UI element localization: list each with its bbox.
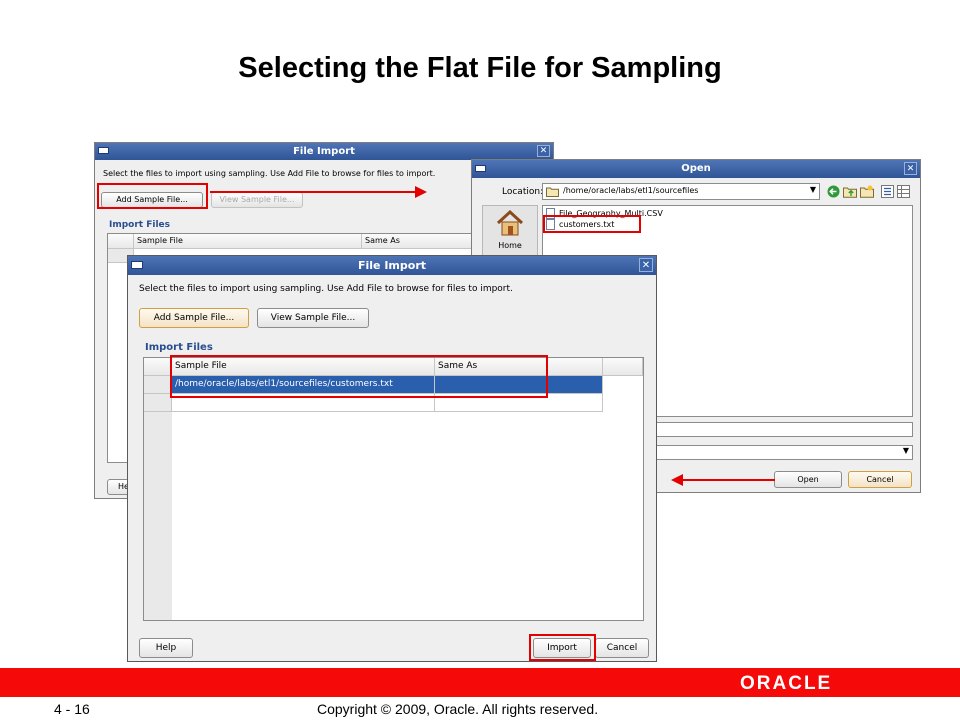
arrow-from-open-button xyxy=(680,479,775,481)
back-import-titlebar: File Import ✕ xyxy=(95,143,553,160)
copyright-notice: Copyright © 2009, Oracle. All rights res… xyxy=(317,701,599,717)
view-sample-file-button[interactable]: View Sample File... xyxy=(257,308,369,328)
back-col-sample-file[interactable]: Sample File xyxy=(134,234,362,249)
chevron-down-icon[interactable]: ▼ xyxy=(903,446,909,455)
window-menu-icon[interactable] xyxy=(131,261,143,269)
file-name-field[interactable] xyxy=(656,422,913,437)
back-import-title: File Import xyxy=(293,146,355,157)
table-row-header xyxy=(144,376,172,394)
location-value: /home/oracle/labs/etl1/sourcefiles xyxy=(563,186,699,195)
oracle-logo: ORACLE xyxy=(740,673,833,694)
window-menu-icon[interactable] xyxy=(98,147,109,154)
row-header-corner xyxy=(144,358,172,376)
page-number: 4 - 16 xyxy=(54,701,90,717)
back-arrow-icon[interactable] xyxy=(827,185,840,198)
slide-title: Selecting the Flat File for Sampling xyxy=(238,52,722,84)
row-header-corner xyxy=(108,234,134,249)
back-view-sample-file-button[interactable]: View Sample File... xyxy=(211,192,303,208)
cancel-button[interactable]: Cancel xyxy=(595,638,649,658)
open-cancel-button[interactable]: Cancel xyxy=(848,471,912,488)
close-icon[interactable]: ✕ xyxy=(904,162,917,175)
back-col-same-as[interactable]: Same As xyxy=(362,234,476,249)
new-folder-icon[interactable] xyxy=(860,185,874,198)
front-import-title: File Import xyxy=(357,259,426,272)
home-icon xyxy=(496,210,524,236)
footer-bar: ORACLE xyxy=(0,668,960,697)
highlight-back-add-sample-file xyxy=(97,183,208,209)
open-titlebar: Open ✕ xyxy=(472,160,920,178)
close-icon[interactable]: ✕ xyxy=(537,145,550,157)
places-home-label: Home xyxy=(498,241,522,250)
arrow-to-open-dialog xyxy=(210,191,418,193)
list-view-icon[interactable] xyxy=(881,185,894,198)
help-button[interactable]: Help xyxy=(139,638,193,658)
up-folder-icon[interactable] xyxy=(843,185,857,198)
col-filler xyxy=(603,358,643,376)
arrow-head-left-icon xyxy=(671,474,683,486)
back-import-instruction: Select the files to import using samplin… xyxy=(103,169,436,178)
front-import-titlebar: File Import ✕ xyxy=(128,256,656,275)
file-type-combo[interactable]: ▼ xyxy=(656,445,913,460)
add-sample-file-button[interactable]: Add Sample File... xyxy=(139,308,249,328)
back-import-files-label: Import Files xyxy=(109,220,171,230)
folder-icon xyxy=(546,187,559,197)
highlight-imported-file-row xyxy=(170,355,548,398)
open-button[interactable]: Open xyxy=(774,471,842,488)
location-label: Location: xyxy=(502,187,544,197)
highlight-customers-file xyxy=(543,215,641,233)
arrow-head-right-icon xyxy=(415,186,427,198)
close-icon[interactable]: ✕ xyxy=(639,258,653,272)
location-combo[interactable]: /home/oracle/labs/etl1/sourcefiles ▼ xyxy=(542,183,820,200)
import-files-label: Import Files xyxy=(145,342,213,353)
open-title: Open xyxy=(681,163,711,174)
details-view-icon[interactable] xyxy=(897,185,910,198)
highlight-import-button xyxy=(529,634,596,661)
table-row-header xyxy=(144,394,172,412)
chevron-down-icon[interactable]: ▼ xyxy=(810,185,816,194)
front-file-import-dialog: File Import ✕ Select the files to import… xyxy=(127,255,657,662)
front-import-instruction: Select the files to import using samplin… xyxy=(139,284,513,294)
window-menu-icon[interactable] xyxy=(475,165,486,172)
